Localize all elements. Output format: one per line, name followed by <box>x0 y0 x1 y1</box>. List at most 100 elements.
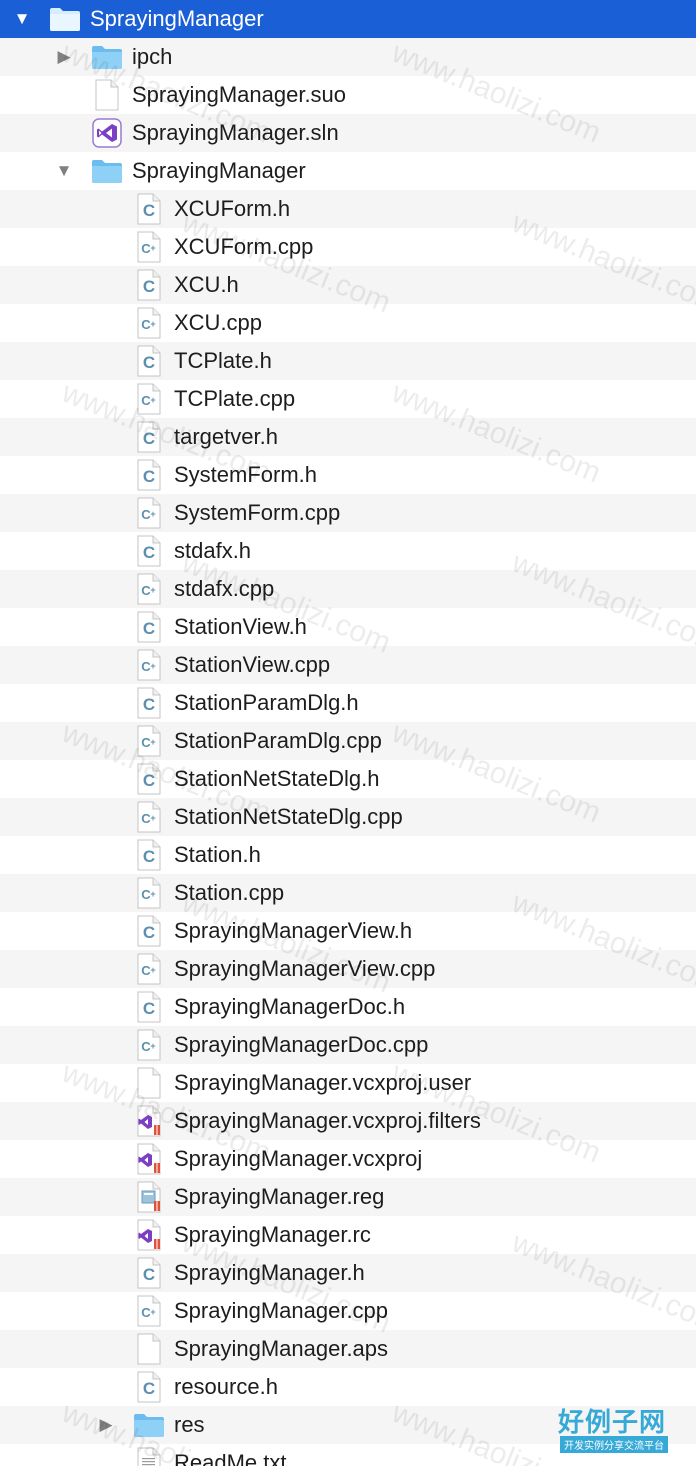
cpp-source-icon: C + <box>132 1292 166 1330</box>
svg-text:C: C <box>143 923 155 942</box>
disclosure-expanded-icon[interactable]: ▼ <box>52 152 76 190</box>
file-row[interactable]: SprayingManager.rc <box>0 1216 696 1254</box>
file-row[interactable]: C SprayingManagerView.h <box>0 912 696 950</box>
c-header-icon: C <box>132 1368 166 1406</box>
visual-studio-document-icon <box>132 1140 166 1178</box>
file-row[interactable]: C SystemForm.h <box>0 456 696 494</box>
file-row[interactable]: C XCUForm.h <box>0 190 696 228</box>
c-header-icon: C <box>132 988 166 1026</box>
file-row[interactable]: C + StationParamDlg.cpp <box>0 722 696 760</box>
c-header-icon: C <box>132 190 166 228</box>
item-label: SprayingManager.rc <box>174 1222 371 1247</box>
item-label: Station.cpp <box>174 880 285 905</box>
file-row[interactable]: SprayingManager.vcxproj.user <box>0 1064 696 1102</box>
item-label: SprayingManager.aps <box>174 1336 389 1361</box>
svg-text:+: + <box>150 395 155 405</box>
svg-text:C: C <box>143 467 155 486</box>
file-row[interactable]: C SprayingManagerDoc.h <box>0 988 696 1026</box>
item-label: SprayingManager <box>90 6 264 31</box>
item-label: SprayingManagerView.h <box>174 918 413 943</box>
item-label: SprayingManager.reg <box>174 1184 385 1209</box>
folder-icon <box>90 152 124 190</box>
file-row[interactable]: C StationView.h <box>0 608 696 646</box>
c-header-icon: C <box>132 1254 166 1292</box>
disclosure-collapsed-icon[interactable]: ▶ <box>52 38 76 76</box>
svg-text:+: + <box>150 1307 155 1317</box>
cpp-source-icon: C + <box>132 798 166 836</box>
cpp-source-icon: C + <box>132 1026 166 1064</box>
file-row[interactable]: SprayingManager.suo <box>0 76 696 114</box>
folder-row[interactable]: ▶ ipch <box>0 38 696 76</box>
file-row[interactable]: C StationNetStateDlg.h <box>0 760 696 798</box>
disclosure-expanded-icon[interactable]: ▼ <box>10 0 34 38</box>
file-row[interactable]: C + SprayingManagerDoc.cpp <box>0 1026 696 1064</box>
svg-text:+: + <box>150 509 155 519</box>
svg-text:+: + <box>150 1041 155 1051</box>
cpp-source-icon: C + <box>132 722 166 760</box>
file-row[interactable]: SprayingManager.vcxproj.filters <box>0 1102 696 1140</box>
visual-studio-document-icon <box>132 1102 166 1140</box>
file-row[interactable]: SprayingManager.aps <box>0 1330 696 1368</box>
file-row[interactable]: C + stdafx.cpp <box>0 570 696 608</box>
file-row[interactable]: C XCU.h <box>0 266 696 304</box>
svg-text:+: + <box>150 585 155 595</box>
item-label: XCUForm.cpp <box>174 234 314 259</box>
c-header-icon: C <box>132 912 166 950</box>
file-row[interactable]: C Station.h <box>0 836 696 874</box>
item-label: SprayingManager.vcxproj <box>174 1146 423 1171</box>
file-row[interactable]: Ctargetver.h <box>0 418 696 456</box>
file-row[interactable]: Cresource.h <box>0 1368 696 1406</box>
folder-icon <box>132 1406 166 1444</box>
file-row[interactable]: C SprayingManager.h <box>0 1254 696 1292</box>
item-label: ipch <box>132 44 173 69</box>
file-row[interactable]: C StationParamDlg.h <box>0 684 696 722</box>
file-row[interactable]: C + Station.cpp <box>0 874 696 912</box>
svg-text:C: C <box>143 1379 155 1398</box>
registry-file-icon <box>132 1178 166 1216</box>
file-icon <box>132 1330 166 1368</box>
file-row[interactable]: C + TCPlate.cpp <box>0 380 696 418</box>
file-row[interactable]: C + XCU.cpp <box>0 304 696 342</box>
svg-text:+: + <box>150 737 155 747</box>
folder-row[interactable]: ▼ SprayingManager <box>0 152 696 190</box>
file-row[interactable]: C + SprayingManager.cpp <box>0 1292 696 1330</box>
file-row[interactable]: C + StationNetStateDlg.cpp <box>0 798 696 836</box>
file-row[interactable]: SprayingManager.vcxproj <box>0 1140 696 1178</box>
logo-subtitle: 开发实例分享交流平台 <box>560 1436 668 1453</box>
file-row[interactable]: C + SprayingManagerView.cpp <box>0 950 696 988</box>
cpp-source-icon: C + <box>132 570 166 608</box>
file-row[interactable]: Cstdafx.h <box>0 532 696 570</box>
svg-text:+: + <box>150 813 155 823</box>
item-label: StationNetStateDlg.cpp <box>174 804 403 829</box>
folder-row[interactable]: ▼ SprayingManager <box>0 0 696 38</box>
item-label: StationView.cpp <box>174 652 331 677</box>
file-row[interactable]: C + XCUForm.cpp <box>0 228 696 266</box>
item-label: XCUForm.h <box>174 196 291 221</box>
svg-text:+: + <box>150 243 155 253</box>
file-row[interactable]: C + StationView.cpp <box>0 646 696 684</box>
c-header-icon: C <box>132 342 166 380</box>
file-row[interactable]: C + SystemForm.cpp <box>0 494 696 532</box>
cpp-source-icon: C + <box>132 228 166 266</box>
svg-text:C: C <box>143 1265 155 1284</box>
svg-text:C: C <box>143 543 155 562</box>
file-row[interactable]: SprayingManager.sln <box>0 114 696 152</box>
file-icon <box>90 76 124 114</box>
site-logo: 好例子网 开发实例分享交流平台 <box>548 1402 696 1460</box>
disclosure-collapsed-icon[interactable]: ▶ <box>94 1406 118 1444</box>
item-label: res <box>174 1412 205 1437</box>
svg-text:C: C <box>143 277 155 296</box>
item-label: stdafx.cpp <box>174 576 275 601</box>
item-label: SprayingManager.h <box>174 1260 365 1285</box>
file-row[interactable]: C TCPlate.h <box>0 342 696 380</box>
folder-icon <box>90 38 124 76</box>
cpp-source-icon: C + <box>132 874 166 912</box>
svg-text:C: C <box>143 999 155 1018</box>
c-header-icon: C <box>132 608 166 646</box>
item-label: SystemForm.cpp <box>174 500 341 525</box>
svg-text:C: C <box>143 619 155 638</box>
file-row[interactable]: SprayingManager.reg <box>0 1178 696 1216</box>
cpp-source-icon: C + <box>132 304 166 342</box>
item-label: TCPlate.cpp <box>174 386 296 411</box>
c-header-icon: C <box>132 418 166 456</box>
